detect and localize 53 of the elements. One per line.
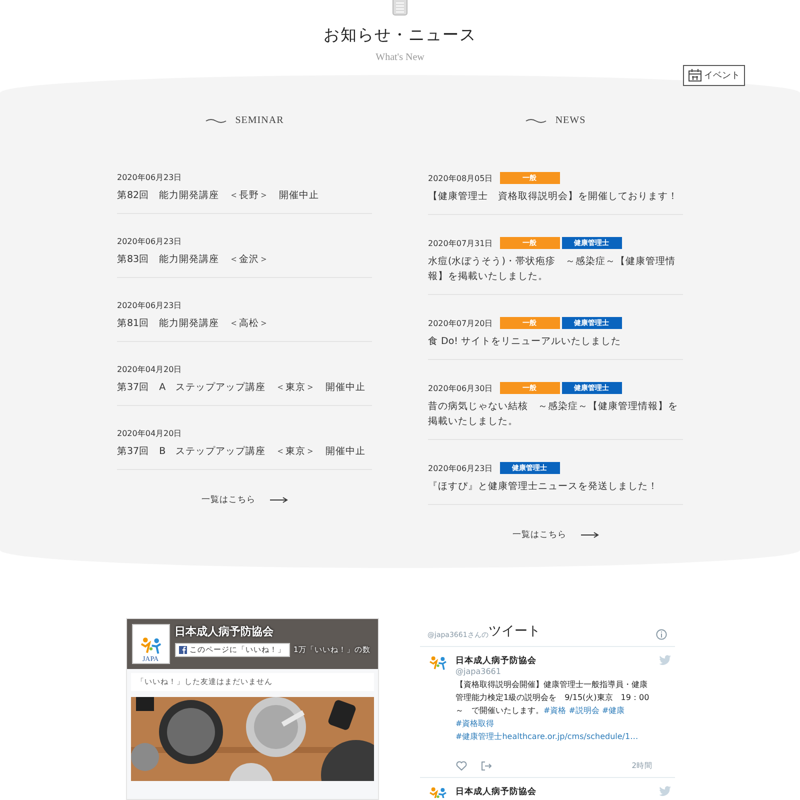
hashtag-link[interactable]: #説明会 — [568, 706, 600, 715]
section-heading: NEWS — [555, 115, 586, 126]
item-title-link[interactable]: 昔の病気じゃない結核 ～感染症～【健康管理情報】を掲載いたしました。 — [428, 399, 683, 430]
item-title-link[interactable]: 第83回 能力開発講座 ＜金沢＞ — [117, 252, 372, 268]
item-date: 2020年07月31日 — [428, 238, 493, 249]
hashtag-link[interactable]: #資格取得 — [456, 719, 494, 728]
item-title-link[interactable]: 『ほすぴ』と健康管理士ニュースを発送しました！ — [428, 479, 683, 494]
arrow-icon — [270, 497, 288, 504]
item-title-link[interactable]: 第37回 B ステップアップ講座 ＜東京＞ 開催中止 — [117, 444, 372, 460]
logo-icon — [428, 655, 448, 671]
arrow-icon — [580, 532, 598, 538]
page-subtitle: What's New — [376, 52, 424, 63]
hashtag-link[interactable]: #資格 — [544, 706, 566, 715]
item-title-link[interactable]: 第81回 能力開発講座 ＜高松＞ — [117, 316, 372, 332]
hashtag-link[interactable]: #健康 — [602, 706, 625, 715]
tweet-text: 【資格取得説明会開催】健康管理士一般指導員・健康管理能力検定1級の説明会を 9/15(火)東京 19：00～ で開催いたします。#資格 #説明会 #健康 #資格取得 #健康管理士healthcare.or.jp/cms/schedule/1… — [456, 679, 650, 743]
item-date: 2020年06月30日 — [428, 382, 493, 394]
page-name-link[interactable]: 日本成人病予防協会 — [174, 624, 370, 639]
share-icon[interactable] — [480, 761, 492, 771]
view-all-link[interactable]: 一覧はこちら — [508, 525, 602, 546]
item-date: 2020年04月20日 — [117, 364, 182, 376]
facebook-icon — [178, 646, 186, 654]
bird-icon — [658, 786, 670, 796]
account-name: 日本成人病予防協会 — [456, 786, 538, 798]
view-all-link[interactable]: 一覧はこちら — [198, 490, 292, 510]
info-icon[interactable] — [656, 629, 666, 640]
item-title-link[interactable]: 第37回 A ステップアップ講座 ＜東京＞ 開催中止 — [117, 380, 372, 396]
item-date: 2020年06月23日 — [428, 462, 493, 474]
event-link[interactable]: イベント — [683, 65, 745, 86]
tilde-icon — [525, 118, 548, 124]
logo-icon — [138, 636, 162, 655]
newspaper-icon — [392, 0, 408, 16]
item-title-link[interactable]: 第82回 能力開発講座 ＜長野＞ 開催中止 — [117, 188, 372, 204]
item-date: 2020年06月23日 — [117, 172, 182, 184]
section-heading: SEMINAR — [235, 115, 284, 126]
item-title-link[interactable]: 食 Do! サイトをリニューアルいたしました — [428, 334, 683, 350]
bird-icon — [658, 655, 670, 665]
timeline-title: ツイート — [488, 623, 542, 640]
hashtag-link[interactable]: #健康管理士healthcare.or.jp/cms/schedule/1… — [456, 732, 638, 741]
item-date: 2020年06月23日 — [117, 236, 182, 248]
item-title-link[interactable]: 【健康管理士 資格取得説明会】を開催しております！ — [428, 189, 683, 204]
item-date: 2020年06月23日 — [117, 300, 182, 312]
logo-icon — [428, 786, 448, 798]
account-handle: @japa3661 — [456, 667, 502, 676]
item-date: 2020年08月05日 — [428, 172, 493, 184]
heart-icon[interactable] — [456, 761, 466, 771]
tilde-icon — [205, 118, 228, 124]
item-title-link[interactable]: 水痘(水ぼうそう)・帯状疱疹 ～感染症～【健康管理情報】を掲載いたしました。 — [428, 254, 683, 284]
calendar-icon — [688, 69, 702, 82]
item-date: 2020年07月20日 — [428, 318, 493, 329]
item-date: 2020年04月20日 — [117, 428, 182, 440]
account-name: 日本成人病予防協会 — [456, 655, 538, 667]
page-title: お知らせ・ニュース — [324, 25, 476, 46]
